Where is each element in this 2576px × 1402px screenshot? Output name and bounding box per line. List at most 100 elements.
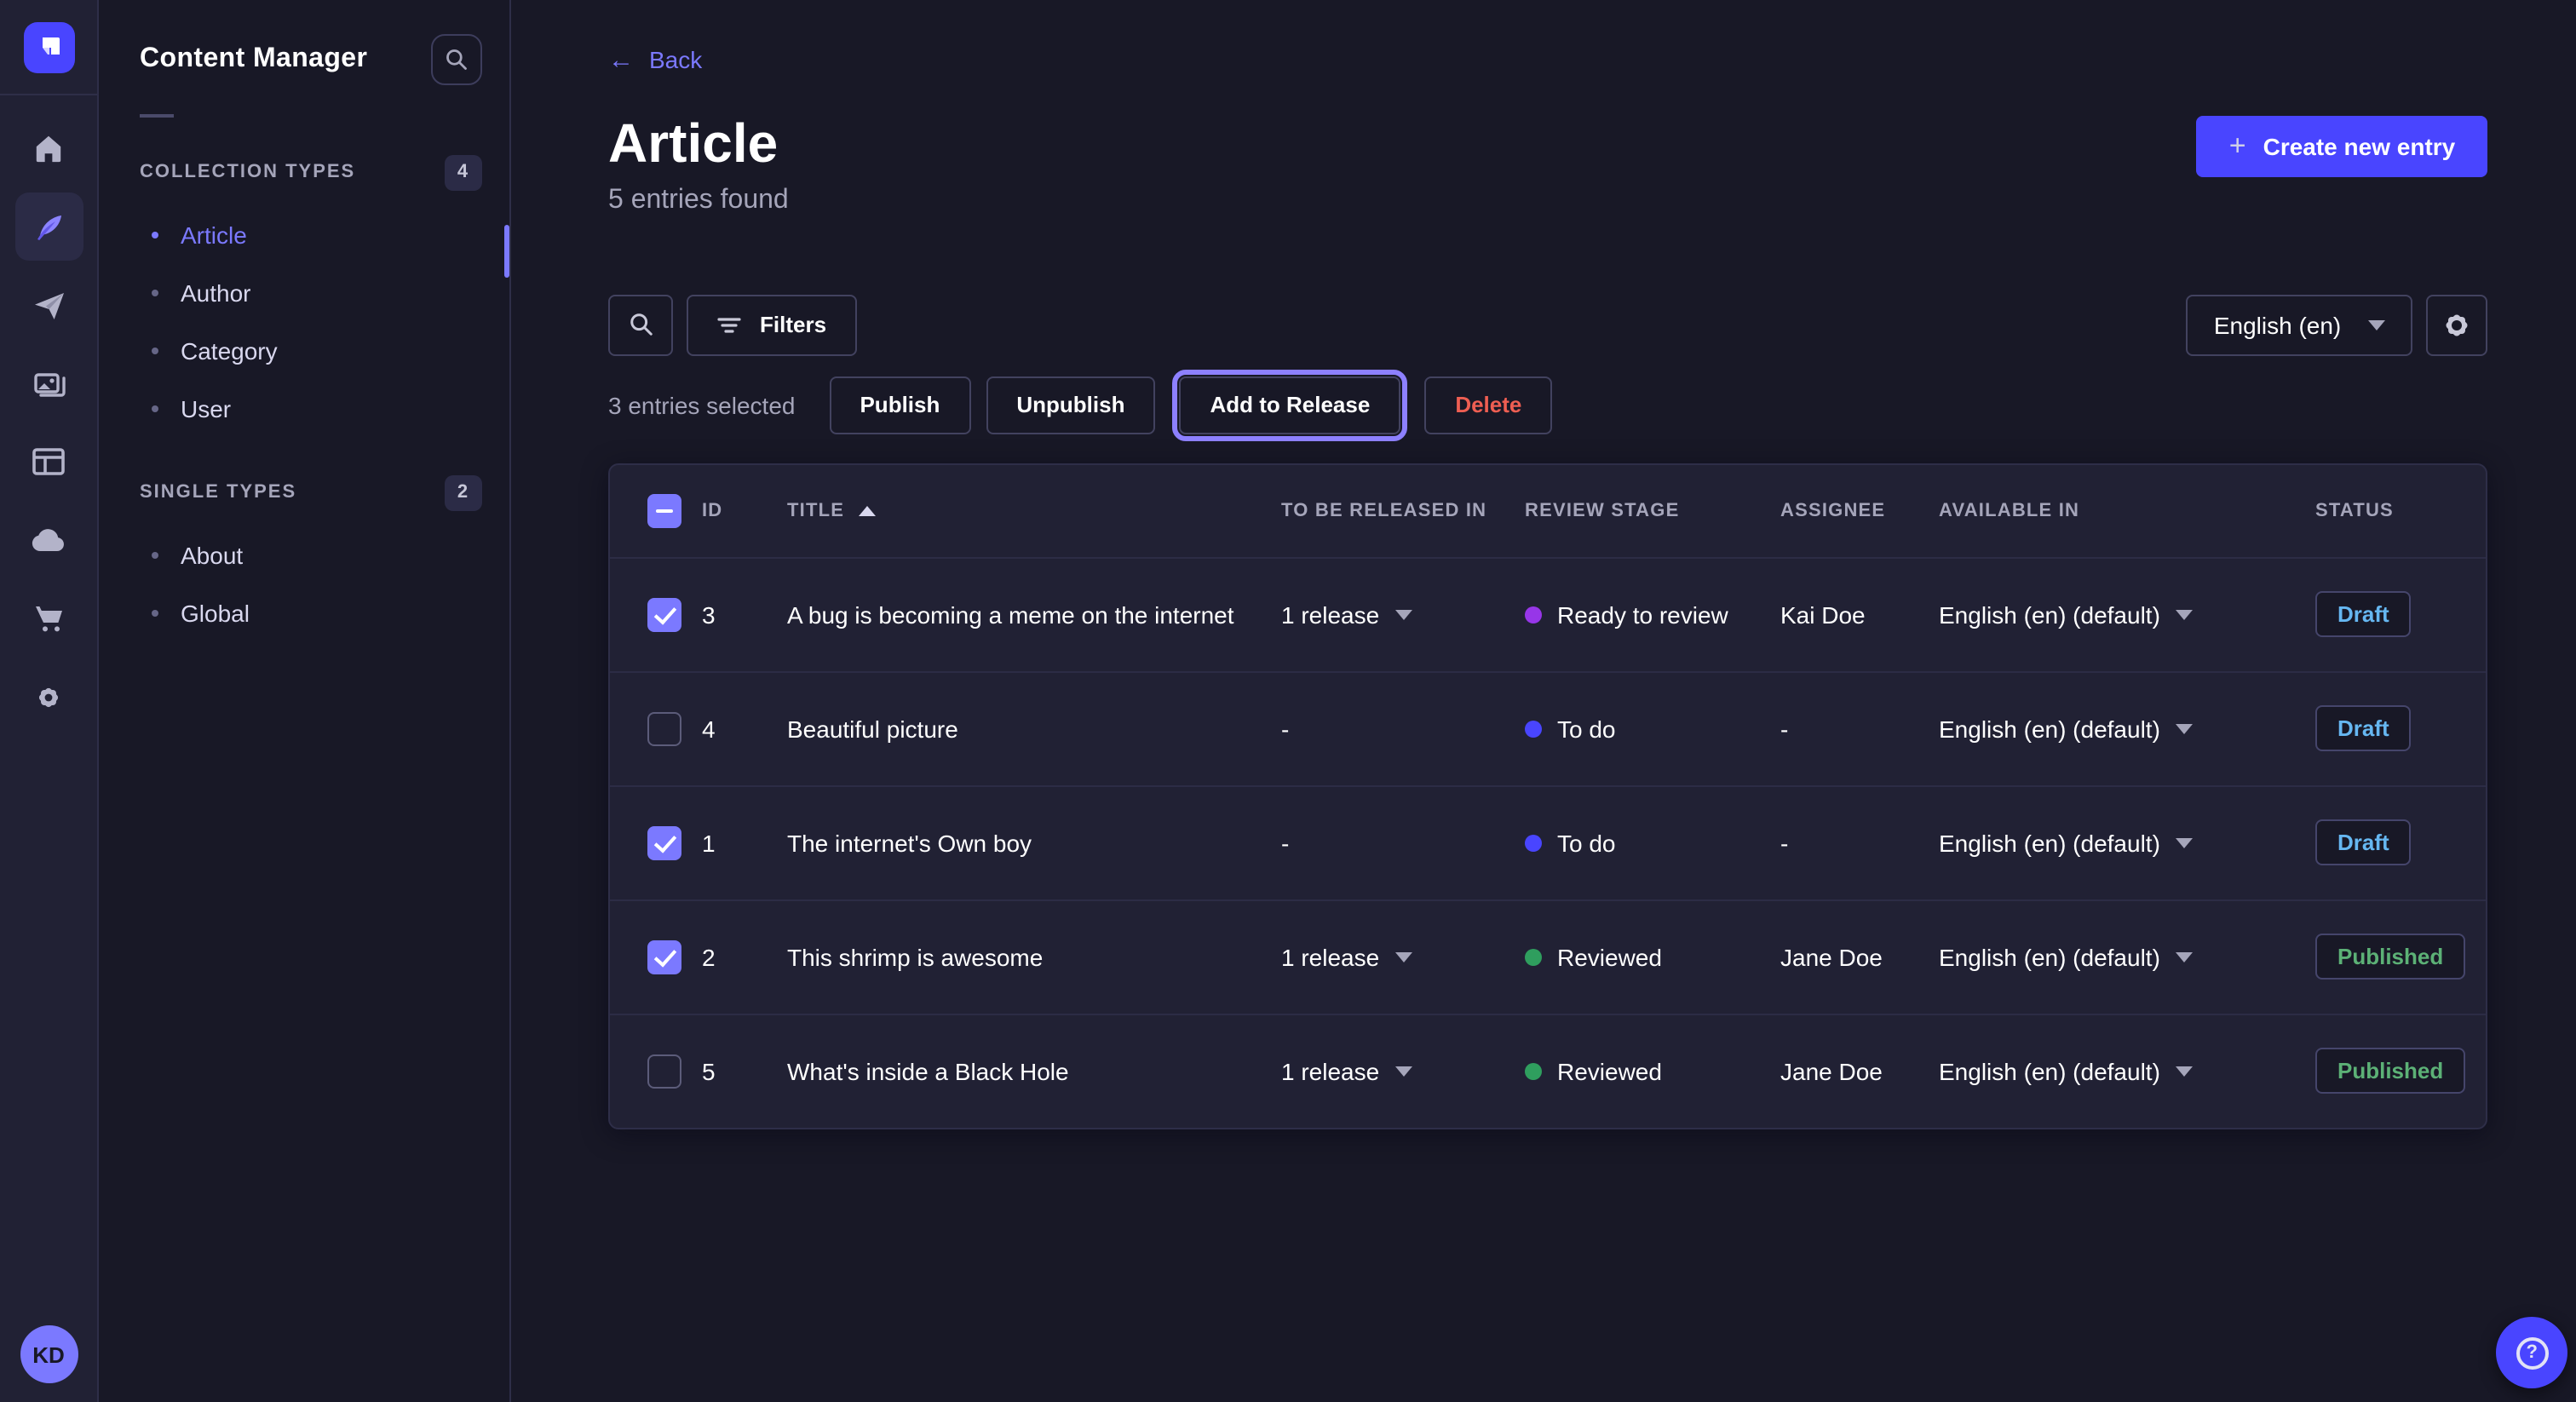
- search-entries-button[interactable]: [608, 294, 673, 355]
- row-checkbox[interactable]: [647, 939, 681, 974]
- column-header-status[interactable]: Status: [2315, 500, 2486, 520]
- sidebar-item-category[interactable]: Category: [99, 322, 509, 380]
- column-header-available-in[interactable]: Available in: [1939, 500, 2315, 520]
- column-label: ID: [702, 500, 722, 520]
- delete-button[interactable]: Delete: [1424, 376, 1552, 434]
- cell-title: This shrimp is awesome: [787, 943, 1281, 970]
- arrow-left-icon: ←: [608, 47, 634, 72]
- bullet-icon: [152, 405, 158, 412]
- table-row: 2 This shrimp is awesome 1 release Revie…: [610, 899, 2486, 1013]
- status-badge: Published: [2315, 1048, 2465, 1094]
- column-label: Status: [2315, 500, 2394, 520]
- back-label: Back: [649, 46, 702, 73]
- cell-release[interactable]: -: [1281, 715, 1525, 742]
- chevron-down-icon: [1394, 1066, 1412, 1076]
- sidebar-item-label: Article: [181, 221, 247, 249]
- section-heading: Collection Types4: [99, 152, 509, 192]
- filters-label: Filters: [760, 312, 826, 337]
- rail-item-paper-plane[interactable]: [14, 271, 83, 339]
- rail-item-feather[interactable]: [14, 192, 83, 261]
- section-count-badge: 2: [445, 474, 482, 510]
- rail-item-media-library[interactable]: [14, 349, 83, 417]
- sort-ascending-icon: [858, 505, 875, 515]
- rail-item-cloud[interactable]: [14, 506, 83, 574]
- rail-item-content-type-builder[interactable]: [14, 428, 83, 496]
- column-label: Available in: [1939, 500, 2079, 520]
- cell-title: Beautiful picture: [787, 715, 1281, 742]
- main-nav-rail: KD: [0, 0, 99, 1402]
- cell-available-in[interactable]: English (en) (default): [1939, 829, 2315, 856]
- cell-status: Published: [2315, 934, 2486, 980]
- sidebar-item-label: Category: [181, 337, 278, 365]
- search-icon: [445, 48, 469, 72]
- page-heading: Article 5 entries found: [608, 112, 789, 215]
- content-type-builder-icon: [32, 448, 65, 475]
- create-new-entry-button[interactable]: + Create new entry: [2197, 115, 2488, 176]
- sidebar-item-about[interactable]: About: [99, 526, 509, 584]
- cell-release[interactable]: 1 release: [1281, 943, 1525, 970]
- select-all-checkbox[interactable]: [647, 493, 681, 527]
- column-header-id[interactable]: ID: [702, 500, 787, 520]
- cell-title: A bug is becoming a meme on the internet: [787, 600, 1281, 628]
- main-content: ← Back Article 5 entries found + Create …: [511, 0, 2576, 1402]
- cell-assignee: -: [1780, 829, 1939, 856]
- cell-available-in[interactable]: English (en) (default): [1939, 600, 2315, 628]
- strapi-logo[interactable]: [23, 22, 74, 73]
- unpublish-button[interactable]: Unpublish: [986, 376, 1155, 434]
- cell-release[interactable]: 1 release: [1281, 1057, 1525, 1084]
- rail-item-settings-gear[interactable]: [14, 663, 83, 731]
- sidebar-item-article[interactable]: Article: [99, 206, 509, 264]
- home-icon: [32, 133, 65, 164]
- column-header-title[interactable]: Title: [787, 500, 1281, 520]
- locale-value: English (en): [2214, 311, 2341, 338]
- subnav-search-button[interactable]: [431, 34, 482, 85]
- add-to-release-button[interactable]: Add to Release: [1179, 376, 1400, 434]
- chevron-down-icon: [2176, 1066, 2193, 1076]
- publish-button[interactable]: Publish: [829, 376, 970, 434]
- feather-icon: [32, 210, 66, 244]
- row-checkbox[interactable]: [647, 597, 681, 631]
- user-avatar[interactable]: KD: [20, 1325, 78, 1383]
- locale-select[interactable]: English (en): [2187, 294, 2412, 355]
- status-badge: Draft: [2315, 705, 2412, 751]
- view-settings-button[interactable]: [2426, 294, 2487, 355]
- bullet-icon: [152, 552, 158, 559]
- content-manager-subnav: Content Manager Collection Types4Article…: [99, 0, 511, 1402]
- cell-review-stage: Reviewed: [1525, 1057, 1780, 1084]
- column-header-to-be-released-in[interactable]: To be released in: [1281, 500, 1525, 520]
- sidebar-item-author[interactable]: Author: [99, 264, 509, 322]
- rail-item-marketplace-cart[interactable]: [14, 584, 83, 652]
- cell-available-in[interactable]: English (en) (default): [1939, 943, 2315, 970]
- sidebar-item-label: Author: [181, 279, 251, 307]
- sidebar-item-user[interactable]: User: [99, 380, 509, 438]
- row-checkbox[interactable]: [647, 711, 681, 745]
- chevron-down-icon: [1394, 951, 1412, 962]
- chevron-down-icon: [2368, 319, 2385, 330]
- table-row: 4 Beautiful picture - To do - English (e…: [610, 670, 2486, 784]
- stage-dot-icon: [1525, 948, 1542, 965]
- help-button[interactable]: ?: [2496, 1317, 2567, 1388]
- cell-assignee: -: [1780, 715, 1939, 742]
- cell-available-in[interactable]: English (en) (default): [1939, 715, 2315, 742]
- sidebar-item-global[interactable]: Global: [99, 584, 509, 642]
- bullet-icon: [152, 232, 158, 238]
- strapi-logo-glyph: [35, 34, 62, 61]
- back-link[interactable]: ← Back: [608, 46, 702, 73]
- section-heading: Single Types2: [99, 472, 509, 513]
- cell-assignee: Jane Doe: [1780, 1057, 1939, 1084]
- rail-item-home[interactable]: [14, 114, 83, 182]
- column-header-review-stage[interactable]: Review stage: [1525, 500, 1780, 520]
- cell-release[interactable]: -: [1281, 829, 1525, 856]
- filters-button[interactable]: Filters: [687, 294, 857, 355]
- cell-available-in[interactable]: English (en) (default): [1939, 1057, 2315, 1084]
- cell-id: 5: [702, 1057, 787, 1084]
- row-checkbox[interactable]: [647, 1054, 681, 1088]
- row-checkbox[interactable]: [647, 825, 681, 859]
- column-label: Title: [787, 500, 844, 520]
- column-header-assignee[interactable]: Assignee: [1780, 500, 1939, 520]
- table-row: 3 A bug is becoming a meme on the intern…: [610, 556, 2486, 670]
- cell-assignee: Jane Doe: [1780, 943, 1939, 970]
- chevron-down-icon: [2176, 723, 2193, 733]
- cell-release[interactable]: 1 release: [1281, 600, 1525, 628]
- create-new-entry-label: Create new entry: [2263, 132, 2456, 159]
